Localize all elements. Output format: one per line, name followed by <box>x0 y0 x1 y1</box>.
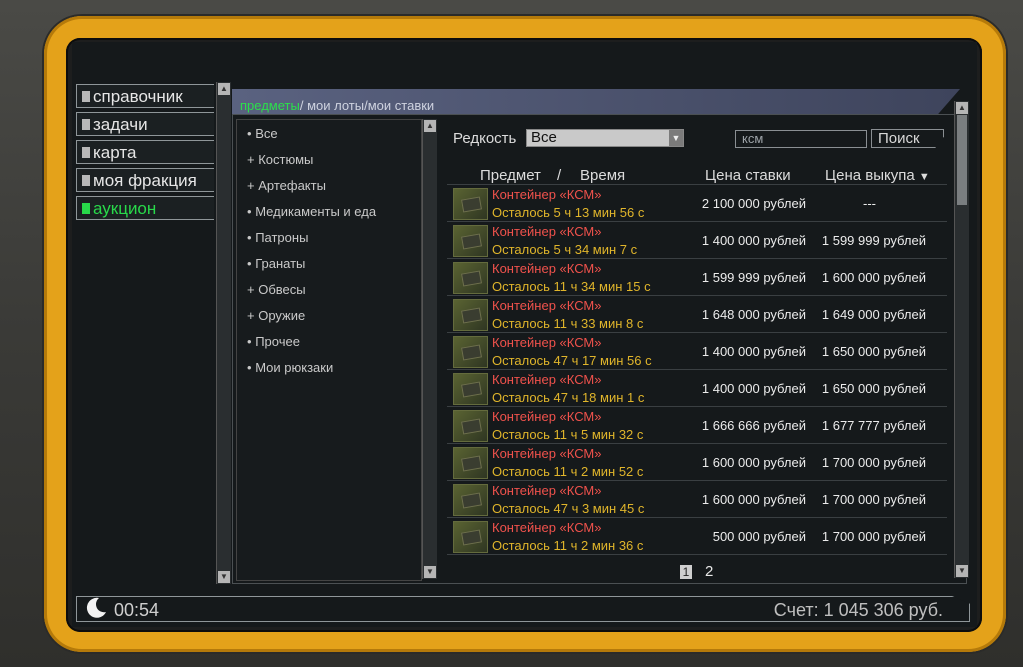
scroll-up-icon[interactable]: ▲ <box>424 120 436 132</box>
category-item[interactable]: • Гранаты <box>247 256 305 271</box>
category-scrollbar[interactable]: ▲ ▼ <box>422 119 437 579</box>
category-item[interactable]: • Прочее <box>247 334 300 349</box>
tab-my-bids[interactable]: мои ставки <box>368 98 434 113</box>
scroll-up-icon[interactable]: ▲ <box>956 102 968 114</box>
nav-item-reference[interactable]: справочник <box>76 84 214 108</box>
category-item[interactable]: • Все <box>247 126 278 141</box>
chevron-down-icon: ▼ <box>669 130 683 146</box>
bullet-icon <box>82 119 90 130</box>
container-icon <box>453 447 488 479</box>
container-icon <box>453 225 488 257</box>
category-item[interactable]: + Обвесы <box>247 282 306 297</box>
category-item[interactable]: + Костюмы <box>247 152 313 167</box>
nav-scrollbar[interactable]: ▲ ▼ <box>216 82 231 584</box>
table-row[interactable]: Контейнер «КСМ» Осталось 5 ч 34 мин 7 с … <box>447 222 947 259</box>
container-icon <box>453 521 488 553</box>
col-header-buyout[interactable]: Цена выкупа ▼ <box>825 167 930 184</box>
table-row[interactable]: Контейнер «КСМ» Осталось 11 ч 2 мин 52 с… <box>447 444 947 481</box>
container-icon <box>453 336 488 368</box>
search-input[interactable]: ксм <box>735 130 867 148</box>
clock: 00:54 <box>114 600 160 620</box>
col-header-separator: / <box>557 167 562 184</box>
bullet-icon <box>82 91 90 102</box>
bullet-icon <box>82 147 90 158</box>
col-header-time[interactable]: Время <box>580 167 625 184</box>
tab-items[interactable]: предметы <box>240 98 300 113</box>
scroll-down-icon[interactable]: ▼ <box>218 571 230 583</box>
category-item[interactable]: + Оружие <box>247 308 305 323</box>
table-row[interactable]: Контейнер «КСМ» Осталось 11 ч 2 мин 36 с… <box>447 518 947 555</box>
bullet-icon <box>82 175 90 186</box>
rarity-label: Редкость <box>453 130 517 147</box>
tabs: предметы/ мои лоты/мои ставки <box>240 98 435 113</box>
scroll-down-icon[interactable]: ▼ <box>424 566 436 578</box>
rarity-select[interactable]: Все ▼ <box>526 129 684 147</box>
search-button[interactable]: Поиск <box>871 129 944 148</box>
nav-item-auction[interactable]: аукцион <box>76 196 214 220</box>
moon-icon <box>84 596 108 626</box>
table-row[interactable]: Контейнер «КСМ» Осталось 5 ч 13 мин 56 с… <box>447 185 947 222</box>
tab-my-lots[interactable]: мои лоты <box>307 98 364 113</box>
category-item[interactable]: • Патроны <box>247 230 308 245</box>
category-item[interactable]: + Артефакты <box>247 178 326 193</box>
category-item[interactable]: • Медикаменты и еда <box>247 204 376 219</box>
table-row[interactable]: Контейнер «КСМ» Осталось 47 ч 17 мин 56 … <box>447 333 947 370</box>
col-header-item[interactable]: Предмет <box>480 167 541 184</box>
category-item[interactable]: • Мои рюкзаки <box>247 360 333 375</box>
nav-item-faction[interactable]: моя фракция <box>76 168 214 192</box>
nav-item-tasks[interactable]: задачи <box>76 112 214 136</box>
container-icon <box>453 299 488 331</box>
scroll-down-icon[interactable]: ▼ <box>956 565 968 577</box>
container-icon <box>453 484 488 516</box>
bullet-icon <box>82 203 90 214</box>
col-header-bid[interactable]: Цена ставки <box>705 167 791 184</box>
main-scrollbar[interactable]: ▲ ▼ <box>954 101 969 578</box>
table-row[interactable]: Контейнер «КСМ» Осталось 47 ч 3 мин 45 с… <box>447 481 947 518</box>
balance: Счет: 1 045 306 руб. <box>773 600 943 620</box>
scroll-up-icon[interactable]: ▲ <box>218 83 230 95</box>
container-icon <box>453 410 488 442</box>
page-1-button[interactable]: 1 <box>680 563 692 580</box>
nav-item-map[interactable]: карта <box>76 140 214 164</box>
scrollbar-thumb[interactable] <box>957 115 967 205</box>
sort-desc-icon: ▼ <box>918 171 930 183</box>
container-icon <box>453 262 488 294</box>
table-row[interactable]: Контейнер «КСМ» Осталось 11 ч 33 мин 8 с… <box>447 296 947 333</box>
container-icon <box>453 373 488 405</box>
table-row[interactable]: Контейнер «КСМ» Осталось 11 ч 5 мин 32 с… <box>447 407 947 444</box>
page-2-button[interactable]: 2 <box>705 563 713 580</box>
container-icon <box>453 188 488 220</box>
table-row[interactable]: Контейнер «КСМ» Осталось 11 ч 34 мин 15 … <box>447 259 947 296</box>
table-row[interactable]: Контейнер «КСМ» Осталось 47 ч 18 мин 1 с… <box>447 370 947 407</box>
